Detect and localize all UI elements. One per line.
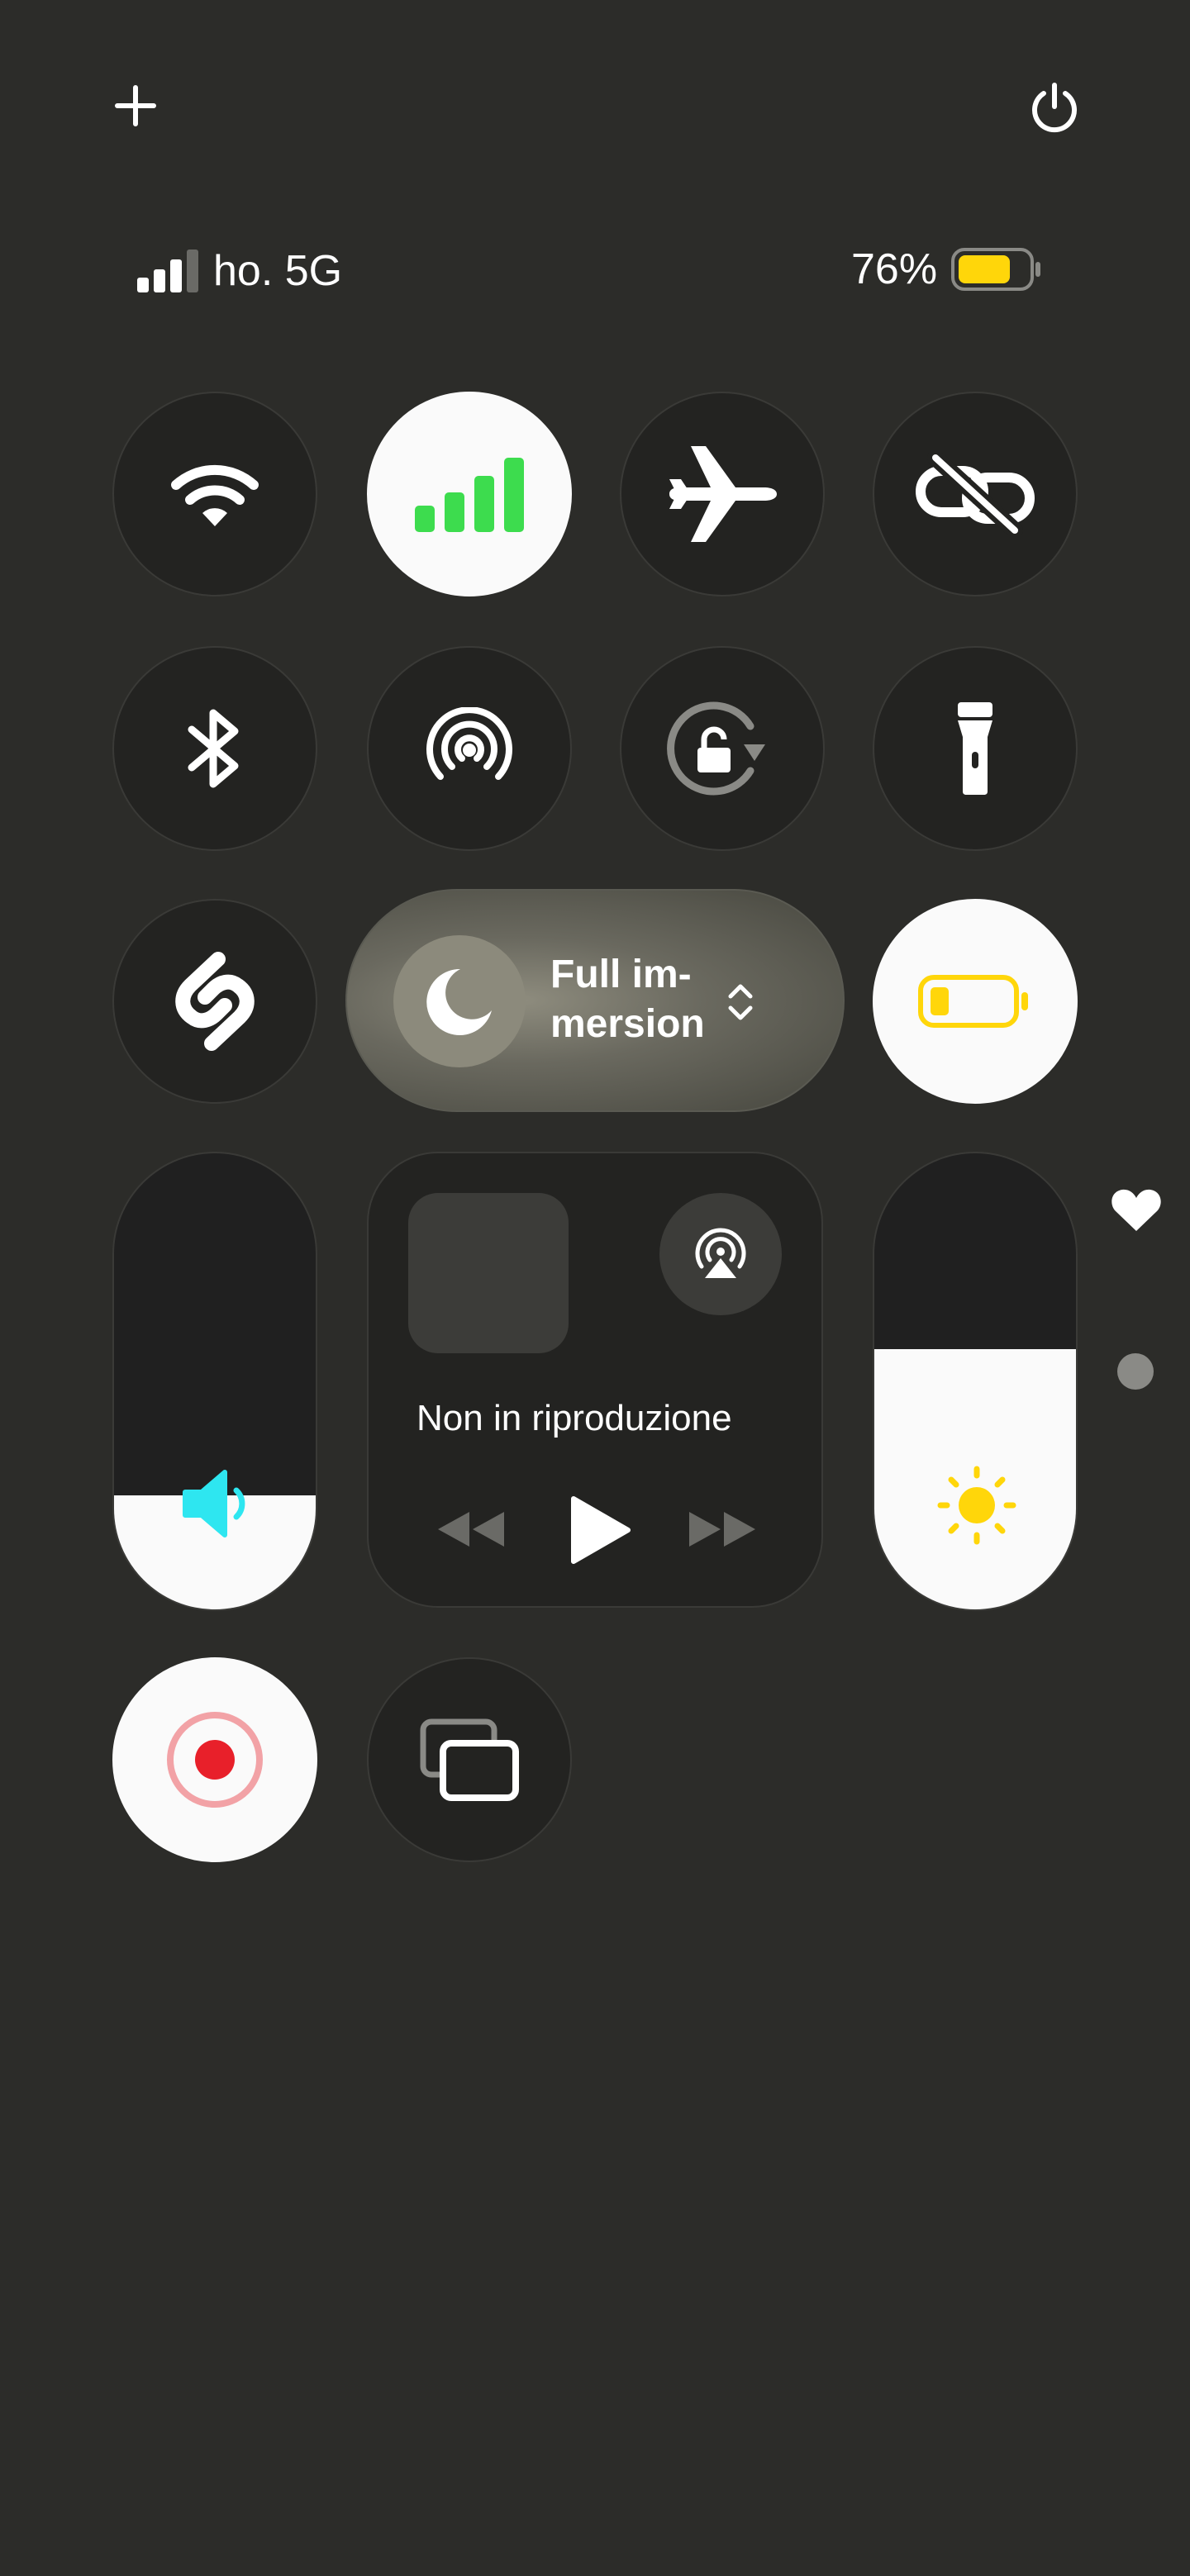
flashlight-toggle[interactable] — [873, 646, 1078, 851]
cellular-icon — [415, 458, 524, 532]
airplay-button[interactable] — [659, 1193, 782, 1315]
volume-slider[interactable] — [112, 1152, 317, 1611]
bluetooth-toggle[interactable] — [112, 646, 317, 851]
screen-mirroring-button[interactable] — [367, 1657, 572, 1862]
focus-label-line2: mersion — [550, 1002, 705, 1046]
play-icon[interactable] — [567, 1494, 633, 1566]
bluetooth-icon — [188, 709, 239, 788]
wifi-toggle[interactable] — [112, 392, 317, 596]
speaker-icon — [183, 1470, 245, 1538]
chevron-updown-icon[interactable] — [726, 981, 755, 1023]
focus-moon-button[interactable] — [393, 935, 526, 1067]
carrier-label: ho. 5G — [213, 247, 343, 295]
add-control-button[interactable] — [104, 74, 167, 137]
heart-icon[interactable] — [1111, 1186, 1162, 1233]
page-dot[interactable] — [1117, 1353, 1154, 1390]
shazam-icon — [175, 952, 255, 1051]
rotation-lock-icon — [667, 701, 765, 796]
disconnect-toggle[interactable] — [873, 392, 1078, 596]
media-player: Non in riproduzione — [367, 1152, 823, 1608]
signal-bars-icon — [137, 250, 198, 292]
low-power-mode-toggle[interactable] — [873, 899, 1078, 1104]
fast-forward-icon[interactable] — [688, 1509, 759, 1550]
rewind-icon[interactable] — [435, 1509, 506, 1550]
rotation-lock-toggle[interactable] — [620, 646, 825, 851]
focus-mode-control[interactable]: Full im- mersion — [345, 889, 845, 1112]
hotspot-toggle[interactable] — [367, 646, 572, 851]
airplane-mode-toggle[interactable] — [620, 392, 825, 596]
battery-status: 76% — [851, 245, 1043, 294]
focus-label-line1: Full im- — [550, 953, 692, 996]
battery-icon — [951, 248, 1041, 291]
power-button[interactable] — [1021, 74, 1088, 140]
cellular-data-toggle[interactable] — [367, 392, 572, 596]
sun-icon — [937, 1466, 1016, 1545]
brightness-slider[interactable] — [873, 1152, 1078, 1611]
shazam-button[interactable] — [112, 899, 317, 1104]
focus-label: Full im- mersion — [550, 950, 705, 1049]
screen-mirror-icon — [420, 1718, 519, 1801]
now-playing-label: Non in riproduzione — [416, 1398, 732, 1438]
airplane-icon — [669, 446, 777, 542]
album-artwork — [408, 1193, 569, 1353]
screen-record-button[interactable] — [112, 1657, 317, 1862]
wifi-icon — [171, 464, 259, 526]
plus-icon — [115, 85, 156, 126]
record-icon — [167, 1712, 263, 1808]
low-power-battery-icon — [918, 975, 1028, 1028]
unlink-icon — [916, 453, 1035, 535]
moon-icon — [426, 968, 492, 1035]
signal-status: ho. 5G — [136, 246, 342, 296]
airplay-icon — [695, 1228, 746, 1278]
power-icon — [1032, 83, 1077, 133]
hotspot-icon — [426, 707, 512, 780]
flashlight-icon — [958, 702, 992, 795]
battery-percent: 76% — [851, 245, 938, 293]
